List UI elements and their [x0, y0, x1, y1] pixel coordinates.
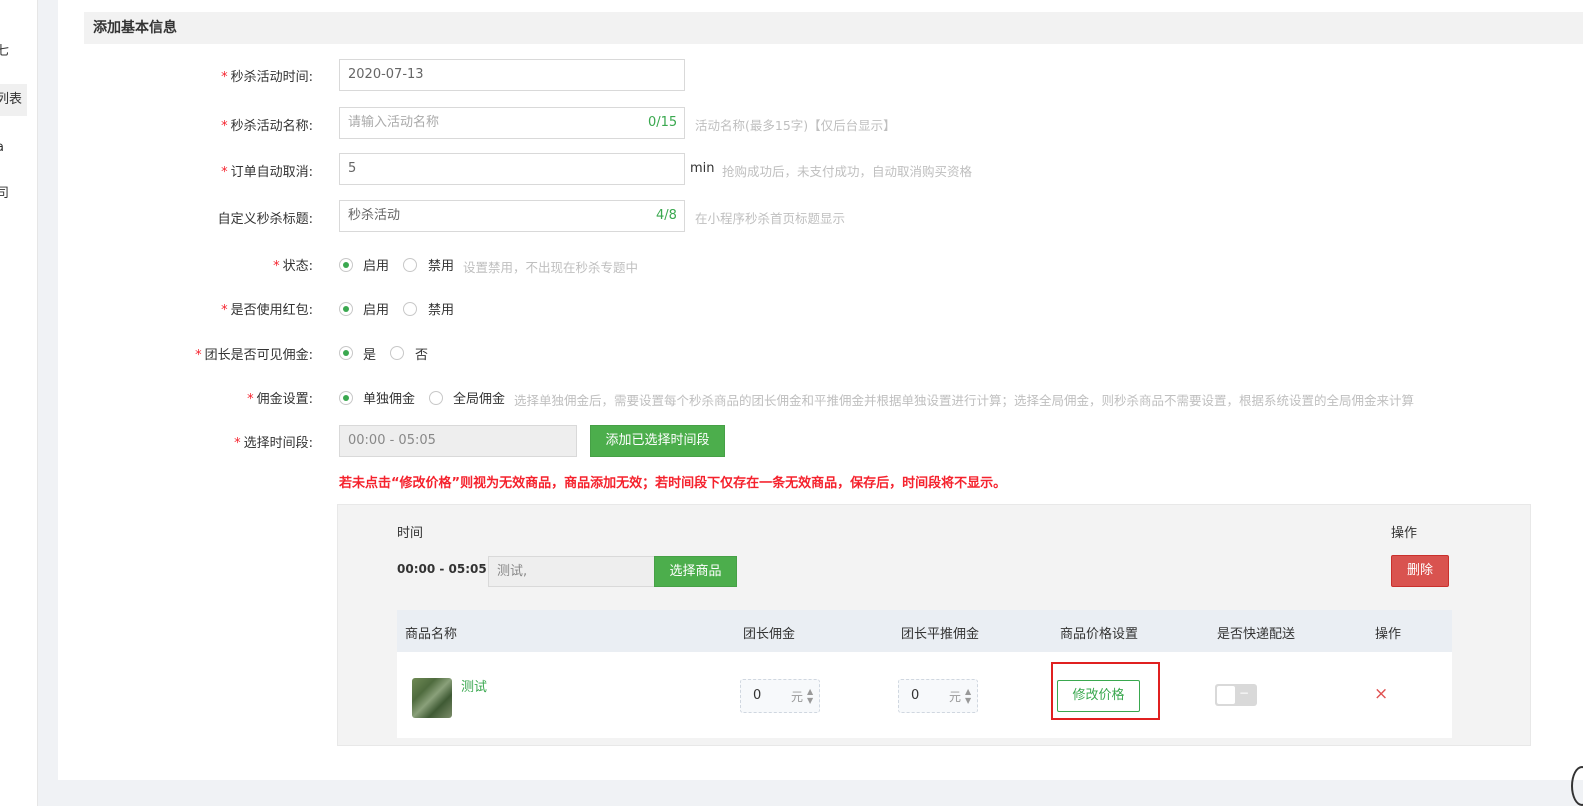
commission-single-radio[interactable]: [339, 391, 353, 405]
custom-title-label: 自定义秒杀标题:: [217, 212, 313, 227]
status-enable-radio[interactable]: [339, 258, 353, 272]
time-slot-label: * 选择时间段:: [234, 436, 313, 451]
custom-title-hint: 在小程序秒杀首页标题显示: [695, 211, 846, 226]
sidebar: 七 列表 a 司: [0, 0, 38, 806]
status-hint: 设置禁用，不出现在秒杀专题中: [463, 260, 639, 275]
leader-commission-visible-label: * 团长是否可见佣金:: [195, 348, 313, 363]
activity-time-input[interactable]: 2020-07-13: [339, 59, 685, 91]
modify-price-button[interactable]: 修改价格: [1057, 680, 1140, 712]
goods-name-link[interactable]: 测试: [461, 676, 487, 695]
selected-goods-input[interactable]: 测试,: [488, 556, 656, 587]
select-goods-button[interactable]: 选择商品: [654, 556, 737, 587]
auto-cancel-input[interactable]: 5: [339, 153, 685, 185]
leader-commission-value: 0: [753, 688, 762, 703]
time-column-header: 时间: [397, 526, 424, 541]
commission-global-label[interactable]: 全局佣金: [453, 388, 505, 407]
status-label: * 状态:: [273, 259, 313, 274]
flat-commission-column: 团长平推佣金: [901, 627, 980, 642]
express-delivery-column: 是否快递配送: [1217, 627, 1296, 642]
toggle-off-mark: −: [1238, 686, 1249, 700]
commission-visible-yes-radio[interactable]: [339, 346, 353, 360]
status-enable-label[interactable]: 启用: [363, 255, 389, 274]
commission-visible-no-radio[interactable]: [390, 346, 404, 360]
express-delivery-toggle[interactable]: −: [1215, 684, 1257, 706]
slot-time-value: 00:00 - 05:05: [397, 562, 487, 576]
status-disable-radio[interactable]: [403, 258, 417, 272]
section-title: 添加基本信息: [84, 12, 1583, 44]
stepper-arrows-icon[interactable]: ▲ ▼: [807, 687, 813, 705]
commission-setting-label: * 佣金设置:: [247, 392, 313, 407]
sidebar-item[interactable]: a: [0, 132, 27, 164]
commission-single-label[interactable]: 单独佣金: [363, 388, 415, 407]
goods-name-column: 商品名称: [405, 627, 458, 642]
activity-time-label: * 秒杀活动时间:: [221, 70, 313, 85]
sidebar-item-active[interactable]: 列表: [0, 84, 27, 116]
commission-visible-no-label[interactable]: 否: [415, 344, 428, 363]
commission-global-radio[interactable]: [429, 391, 443, 405]
sidebar-item[interactable]: 七: [0, 36, 27, 68]
goods-action-column: 操作: [1375, 627, 1402, 642]
leader-commission-column: 团长佣金: [743, 627, 796, 642]
currency-unit: 元: [791, 690, 804, 704]
action-column-header: 操作: [1391, 526, 1418, 541]
invalid-goods-warning: 若未点击“修改价格”则视为无效商品，商品添加无效；若时间段下仅存在一条无效商品，…: [339, 476, 1007, 491]
price-setting-column: 商品价格设置: [1060, 627, 1139, 642]
activity-name-counter: 0/15: [648, 115, 678, 130]
activity-name-hint: 活动名称(最多15字)【仅后台显示】: [695, 118, 896, 133]
commission-visible-yes-label[interactable]: 是: [363, 344, 376, 363]
stepper-arrows-icon[interactable]: ▲ ▼: [965, 687, 971, 705]
toggle-knob: [1217, 686, 1235, 704]
corner-decoration: [1571, 766, 1583, 806]
red-packet-enable-label[interactable]: 启用: [363, 299, 389, 318]
commission-setting-hint: 选择单独佣金后，需要设置每个秒杀商品的团长佣金和平推佣金并根据单独设置进行计算；…: [514, 393, 1415, 408]
add-time-slot-button[interactable]: 添加已选择时间段: [590, 425, 725, 457]
red-packet-label: * 是否使用红包:: [221, 303, 313, 318]
custom-title-input[interactable]: 秒杀活动: [339, 200, 685, 232]
auto-cancel-unit: min: [690, 161, 715, 176]
status-disable-label[interactable]: 禁用: [428, 255, 454, 274]
auto-cancel-label: * 订单自动取消:: [221, 165, 313, 180]
flat-commission-value: 0: [911, 688, 920, 703]
custom-title-counter: 4/8: [656, 208, 677, 223]
activity-name-input[interactable]: 请输入活动名称: [339, 107, 685, 139]
red-packet-enable-radio[interactable]: [339, 302, 353, 316]
red-packet-disable-radio[interactable]: [403, 302, 417, 316]
currency-unit: 元: [949, 690, 962, 704]
activity-name-label: * 秒杀活动名称:: [221, 119, 313, 134]
auto-cancel-hint: 抢购成功后，未支付成功，自动取消购买资格: [722, 164, 973, 179]
delete-slot-button[interactable]: 删除: [1391, 555, 1449, 587]
leader-commission-input[interactable]: 0 元 ▲ ▼: [740, 679, 820, 713]
flat-commission-input[interactable]: 0 元 ▲ ▼: [898, 679, 978, 713]
sidebar-item[interactable]: 司: [0, 178, 27, 210]
time-slot-input[interactable]: 00:00 - 05:05: [339, 425, 577, 457]
goods-thumbnail: [412, 678, 452, 718]
red-packet-disable-label[interactable]: 禁用: [428, 299, 454, 318]
remove-goods-icon[interactable]: ×: [1374, 684, 1388, 704]
